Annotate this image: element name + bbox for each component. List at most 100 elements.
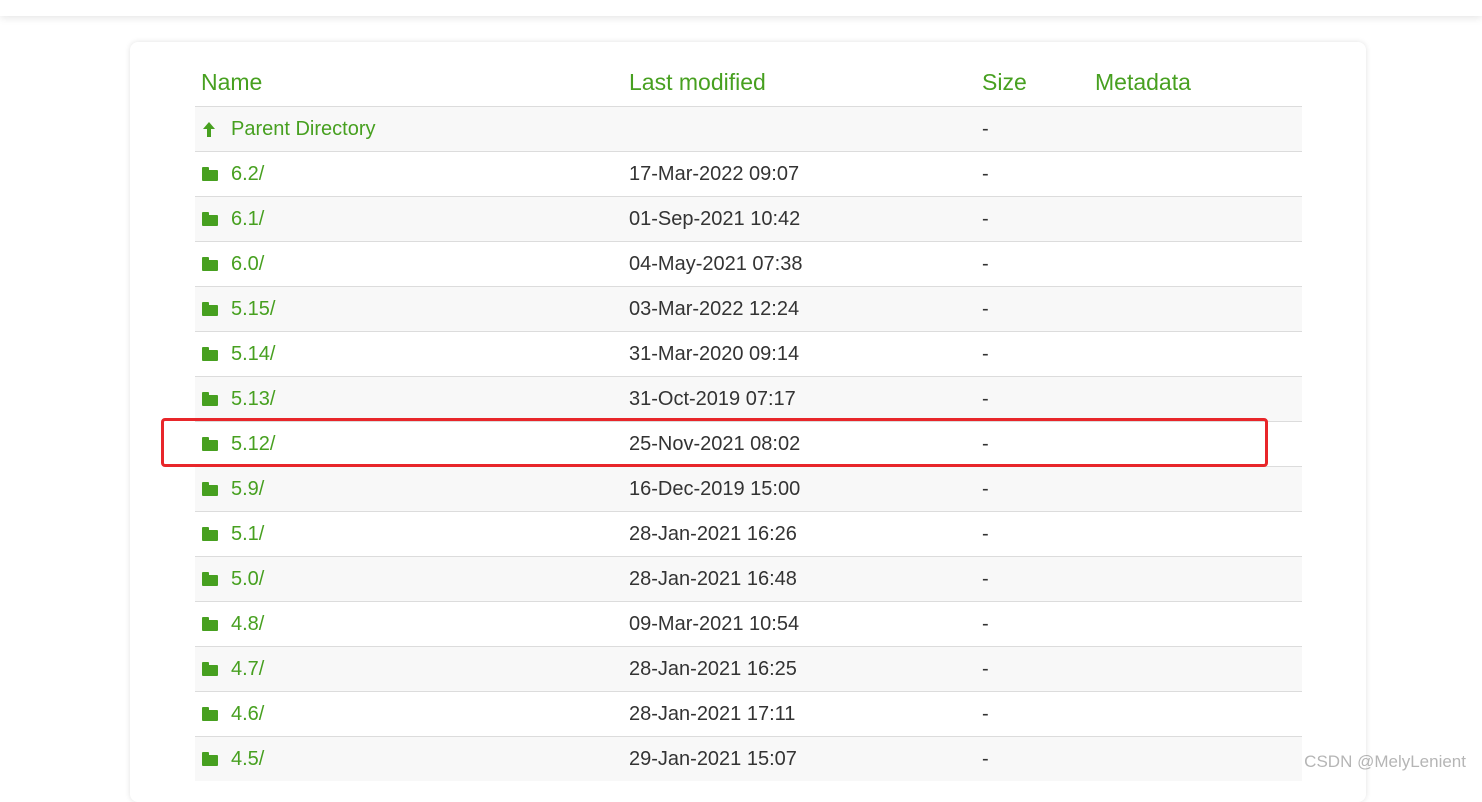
modified-cell: 01-Sep-2021 10:42 bbox=[629, 208, 982, 231]
modified-cell: 04-May-2021 07:38 bbox=[629, 253, 982, 276]
modified-cell: 31-Oct-2019 07:17 bbox=[629, 388, 982, 411]
table-row: 5.0/28-Jan-2021 16:48- bbox=[195, 556, 1302, 601]
up-arrow-icon bbox=[202, 122, 218, 136]
size-cell: - bbox=[982, 388, 1095, 411]
modified-cell: 28-Jan-2021 17:11 bbox=[629, 703, 982, 726]
modified-cell: 16-Dec-2019 15:00 bbox=[629, 478, 982, 501]
size-cell: - bbox=[982, 658, 1095, 681]
folder-link[interactable]: 6.2/ bbox=[231, 163, 264, 186]
modified-cell: 17-Mar-2022 09:07 bbox=[629, 163, 982, 186]
table-row: 5.1/28-Jan-2021 16:26- bbox=[195, 511, 1302, 556]
table-row: 5.14/31-Mar-2020 09:14- bbox=[195, 331, 1302, 376]
name-cell: 5.0/ bbox=[195, 568, 629, 591]
size-cell: - bbox=[982, 118, 1095, 141]
sort-by-date-link[interactable]: Last modified bbox=[629, 69, 766, 95]
folder-icon bbox=[202, 392, 218, 406]
directory-listing: Name Last modified Size Metadata Parent … bbox=[195, 58, 1302, 781]
folder-icon bbox=[202, 437, 218, 451]
modified-cell: 28-Jan-2021 16:25 bbox=[629, 658, 982, 681]
header-last-modified[interactable]: Last modified bbox=[629, 69, 982, 96]
table-row: 4.8/09-Mar-2021 10:54- bbox=[195, 601, 1302, 646]
parent-directory-row: Parent Directory - bbox=[195, 106, 1302, 151]
table-row: 6.2/17-Mar-2022 09:07- bbox=[195, 151, 1302, 196]
size-cell: - bbox=[982, 568, 1095, 591]
sort-by-size-link[interactable]: Size bbox=[982, 69, 1027, 95]
name-cell: 6.2/ bbox=[195, 163, 629, 186]
name-cell: Parent Directory bbox=[195, 118, 629, 141]
size-cell: - bbox=[982, 298, 1095, 321]
folder-icon bbox=[202, 707, 218, 721]
folder-icon bbox=[202, 662, 218, 676]
size-cell: - bbox=[982, 523, 1095, 546]
folder-link[interactable]: 5.14/ bbox=[231, 343, 275, 366]
size-cell: - bbox=[982, 703, 1095, 726]
listing-header: Name Last modified Size Metadata bbox=[195, 58, 1302, 106]
table-row: 6.0/04-May-2021 07:38- bbox=[195, 241, 1302, 286]
size-cell: - bbox=[982, 433, 1095, 456]
name-cell: 5.12/ bbox=[195, 433, 629, 456]
name-cell: 4.5/ bbox=[195, 748, 629, 771]
name-cell: 4.6/ bbox=[195, 703, 629, 726]
folder-link[interactable]: 5.9/ bbox=[231, 478, 264, 501]
folder-link[interactable]: 5.15/ bbox=[231, 298, 275, 321]
folder-link[interactable]: 5.12/ bbox=[231, 433, 275, 456]
modified-cell: 29-Jan-2021 15:07 bbox=[629, 748, 982, 771]
table-row: 5.12/25-Nov-2021 08:02- bbox=[195, 421, 1302, 466]
folder-link[interactable]: 5.13/ bbox=[231, 388, 275, 411]
size-cell: - bbox=[982, 343, 1095, 366]
table-row: 5.15/03-Mar-2022 12:24- bbox=[195, 286, 1302, 331]
parent-directory-link[interactable]: Parent Directory bbox=[231, 118, 376, 141]
size-cell: - bbox=[982, 478, 1095, 501]
folder-icon bbox=[202, 752, 218, 766]
table-row: 4.6/28-Jan-2021 17:11- bbox=[195, 691, 1302, 736]
name-cell: 5.14/ bbox=[195, 343, 629, 366]
name-cell: 5.15/ bbox=[195, 298, 629, 321]
folder-icon bbox=[202, 482, 218, 496]
folder-link[interactable]: 4.8/ bbox=[231, 613, 264, 636]
table-row: 6.1/01-Sep-2021 10:42- bbox=[195, 196, 1302, 241]
header-metadata[interactable]: Metadata bbox=[1095, 69, 1302, 96]
modified-cell: 31-Mar-2020 09:14 bbox=[629, 343, 982, 366]
modified-cell: 03-Mar-2022 12:24 bbox=[629, 298, 982, 321]
folder-icon bbox=[202, 572, 218, 586]
table-row: 4.7/28-Jan-2021 16:25- bbox=[195, 646, 1302, 691]
name-cell: 4.7/ bbox=[195, 658, 629, 681]
size-cell: - bbox=[982, 748, 1095, 771]
name-cell: 4.8/ bbox=[195, 613, 629, 636]
header-name[interactable]: Name bbox=[195, 69, 629, 96]
folder-icon bbox=[202, 212, 218, 226]
modified-cell: 09-Mar-2021 10:54 bbox=[629, 613, 982, 636]
name-cell: 6.0/ bbox=[195, 253, 629, 276]
folder-link[interactable]: 6.1/ bbox=[231, 208, 264, 231]
size-cell: - bbox=[982, 253, 1095, 276]
name-cell: 5.1/ bbox=[195, 523, 629, 546]
modified-cell: 28-Jan-2021 16:26 bbox=[629, 523, 982, 546]
folder-icon bbox=[202, 167, 218, 181]
header-size[interactable]: Size bbox=[982, 69, 1095, 96]
modified-cell: 25-Nov-2021 08:02 bbox=[629, 433, 982, 456]
table-row: 5.13/31-Oct-2019 07:17- bbox=[195, 376, 1302, 421]
size-cell: - bbox=[982, 613, 1095, 636]
folder-link[interactable]: 5.1/ bbox=[231, 523, 264, 546]
table-row: 4.5/29-Jan-2021 15:07- bbox=[195, 736, 1302, 781]
folder-link[interactable]: 6.0/ bbox=[231, 253, 264, 276]
table-row: 5.9/16-Dec-2019 15:00- bbox=[195, 466, 1302, 511]
folder-link[interactable]: 5.0/ bbox=[231, 568, 264, 591]
name-cell: 5.9/ bbox=[195, 478, 629, 501]
modified-cell: 28-Jan-2021 16:48 bbox=[629, 568, 982, 591]
sort-by-metadata-link[interactable]: Metadata bbox=[1095, 69, 1191, 95]
name-cell: 5.13/ bbox=[195, 388, 629, 411]
size-cell: - bbox=[982, 163, 1095, 186]
folder-icon bbox=[202, 617, 218, 631]
folder-icon bbox=[202, 347, 218, 361]
folder-icon bbox=[202, 302, 218, 316]
folder-link[interactable]: 4.5/ bbox=[231, 748, 264, 771]
folder-link[interactable]: 4.7/ bbox=[231, 658, 264, 681]
name-cell: 6.1/ bbox=[195, 208, 629, 231]
sort-by-name-link[interactable]: Name bbox=[201, 69, 262, 96]
top-bar bbox=[0, 0, 1482, 16]
folder-link[interactable]: 4.6/ bbox=[231, 703, 264, 726]
folder-icon bbox=[202, 257, 218, 271]
watermark: CSDN @MelyLenient bbox=[1304, 752, 1466, 772]
size-cell: - bbox=[982, 208, 1095, 231]
